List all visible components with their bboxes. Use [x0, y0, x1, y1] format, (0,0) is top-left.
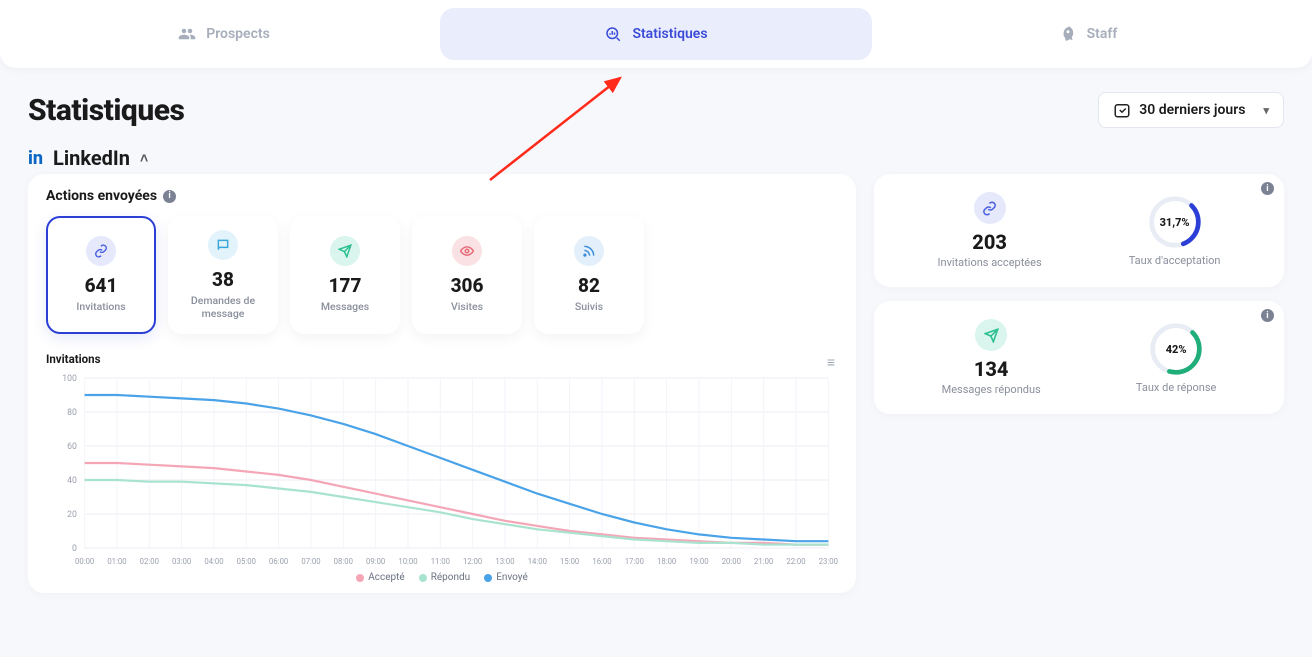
card-visits-value: 306 [451, 274, 484, 297]
chart-search-icon [604, 25, 622, 43]
svg-text:20: 20 [67, 510, 77, 520]
svg-text:12:00: 12:00 [463, 557, 482, 566]
card-follows-label: Suivis [575, 301, 603, 314]
svg-text:00:00: 00:00 [75, 557, 94, 566]
kpi-accepted-label: Invitations acceptées [938, 256, 1042, 269]
section-linkedin-toggle[interactable]: in LinkedIn ˄ [28, 146, 1284, 170]
svg-text:11:00: 11:00 [431, 557, 450, 566]
svg-text:40: 40 [67, 476, 77, 486]
card-msgreq-label: Demandes de message [176, 295, 270, 320]
legend-sent: Envoyé [484, 572, 528, 583]
chart-area: Invitations ≡ 0 20 40 60 80 100 00:00 01:00 02:0… [46, 352, 838, 583]
svg-text:80: 80 [67, 408, 77, 418]
acceptance-rate-value: 31,7% [1147, 194, 1203, 250]
card-invitations[interactable]: 641 Invitations [46, 216, 156, 334]
svg-text:10:00: 10:00 [398, 557, 417, 566]
card-messages[interactable]: 177 Messages [290, 216, 400, 334]
card-msgreq-value: 38 [212, 268, 234, 291]
chevron-up-icon: ˄ [140, 150, 148, 167]
users-icon [178, 25, 196, 43]
actions-heading: Actions envoyées i [46, 188, 838, 204]
svg-text:18:00: 18:00 [657, 557, 676, 566]
kpi-replied-value: 134 [942, 357, 1041, 381]
chart-legend: Accepté Répondu Envoyé [46, 572, 838, 583]
top-nav: Prospects Statistiques Staff [0, 0, 1312, 68]
send-icon [330, 236, 360, 266]
kpi-replied-label: Messages répondus [942, 383, 1041, 396]
svg-text:14:00: 14:00 [528, 557, 547, 566]
card-visits[interactable]: 306 Visites [412, 216, 522, 334]
date-range-picker[interactable]: 30 derniers jours ▾ [1098, 92, 1284, 128]
kpi-messages-replied: i 134 Messages répondus 42% [874, 301, 1284, 414]
tab-statistiques-label: Statistiques [632, 26, 707, 42]
info-icon[interactable]: i [1261, 182, 1274, 195]
info-icon[interactable]: i [163, 190, 176, 203]
page-title: Statistiques [28, 93, 184, 128]
svg-text:100: 100 [62, 374, 77, 384]
kpi-invitations-accepted: i 203 Invitations acceptées 31,7% [874, 174, 1284, 287]
svg-text:02:00: 02:00 [140, 557, 159, 566]
svg-text:17:00: 17:00 [625, 557, 644, 566]
card-messages-label: Messages [321, 301, 369, 314]
kpi-column: i 203 Invitations acceptées 31,7% [874, 174, 1284, 593]
card-message-requests[interactable]: 38 Demandes de message [168, 216, 278, 334]
line-chart: 0 20 40 60 80 100 00:00 01:00 02:00 03:00 04:00 05:… [46, 370, 838, 570]
tab-prospects[interactable]: Prospects [8, 8, 440, 60]
date-range-label: 30 derniers jours [1139, 102, 1245, 118]
link-icon [86, 236, 116, 266]
card-invitations-value: 641 [85, 274, 118, 297]
reply-rate-value: 42% [1148, 321, 1204, 377]
rss-icon [574, 236, 604, 266]
chart-menu-icon[interactable]: ≡ [827, 354, 834, 371]
chart-title: Invitations [46, 352, 838, 366]
svg-text:05:00: 05:00 [237, 557, 256, 566]
svg-text:16:00: 16:00 [592, 557, 611, 566]
legend-replied: Répondu [419, 572, 470, 583]
svg-text:22:00: 22:00 [786, 557, 805, 566]
linkedin-icon: in [28, 148, 43, 169]
svg-text:20:00: 20:00 [722, 557, 741, 566]
tab-statistiques[interactable]: Statistiques [440, 8, 872, 60]
send-icon [975, 319, 1007, 351]
tab-staff-label: Staff [1087, 26, 1118, 42]
actions-heading-label: Actions envoyées [46, 188, 157, 204]
card-invitations-label: Invitations [76, 301, 125, 314]
svg-text:19:00: 19:00 [689, 557, 708, 566]
chevron-down-icon: ▾ [1263, 104, 1269, 117]
actions-panel: Actions envoyées i 641 Invitations 38 De… [28, 174, 856, 593]
acceptance-rate-ring: 31,7% [1147, 194, 1203, 250]
page-header: Statistiques 30 derniers jours ▾ [28, 92, 1284, 128]
svg-text:01:00: 01:00 [107, 557, 126, 566]
card-visits-label: Visites [451, 301, 483, 314]
section-platform-label: LinkedIn [53, 146, 130, 170]
svg-text:21:00: 21:00 [754, 557, 773, 566]
link-icon [974, 192, 1006, 224]
svg-text:06:00: 06:00 [269, 557, 288, 566]
card-messages-value: 177 [329, 274, 362, 297]
info-icon[interactable]: i [1261, 309, 1274, 322]
svg-text:13:00: 13:00 [495, 557, 514, 566]
rocket-icon [1059, 25, 1077, 43]
inbox-icon [208, 230, 238, 260]
svg-text:60: 60 [67, 442, 77, 452]
svg-text:09:00: 09:00 [366, 557, 385, 566]
svg-text:07:00: 07:00 [301, 557, 320, 566]
metric-cards: 641 Invitations 38 Demandes de message 1… [46, 216, 838, 334]
eye-icon [452, 236, 482, 266]
svg-text:0: 0 [72, 544, 77, 554]
calendar-arrow-icon [1113, 101, 1131, 119]
svg-text:08:00: 08:00 [334, 557, 353, 566]
svg-text:23:00: 23:00 [819, 557, 838, 566]
svg-text:03:00: 03:00 [172, 557, 191, 566]
tab-prospects-label: Prospects [206, 26, 270, 42]
svg-text:15:00: 15:00 [560, 557, 579, 566]
kpi-accepted-value: 203 [938, 230, 1042, 254]
card-follows[interactable]: 82 Suivis [534, 216, 644, 334]
legend-accepted: Accepté [356, 572, 404, 583]
svg-text:04:00: 04:00 [204, 557, 223, 566]
reply-rate-ring: 42% [1148, 321, 1204, 377]
tab-staff[interactable]: Staff [872, 8, 1304, 60]
card-follows-value: 82 [578, 274, 600, 297]
